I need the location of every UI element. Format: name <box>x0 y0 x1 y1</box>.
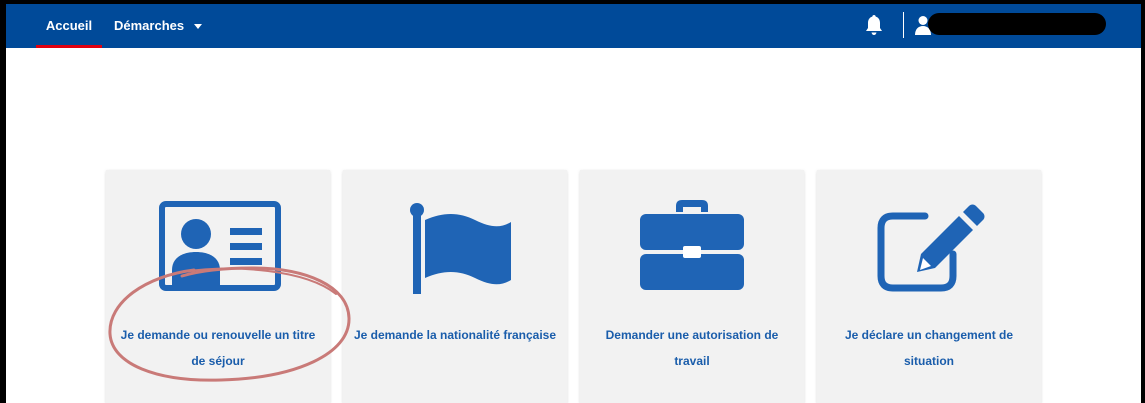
app-window: Accueil Démarches Je demande ou renouvel… <box>6 4 1141 403</box>
nav-home-label: Accueil <box>45 18 93 33</box>
nav-home-link[interactable]: Accueil <box>36 4 102 48</box>
top-navbar: Accueil Démarches <box>6 4 1141 48</box>
card-nationalite[interactable]: Je demande la nationalité française <box>343 170 567 403</box>
card-label: Je demande ou renouvelle un titre de séj… <box>120 328 316 368</box>
card-autorisation-travail[interactable]: Demander une autorisation de travail <box>580 170 804 403</box>
card-titre-sejour[interactable]: Je demande ou renouvelle un titre de séj… <box>106 170 330 403</box>
edit-icon <box>877 204 985 292</box>
redacted-username <box>928 13 1106 35</box>
card-label: Je demande la nationalité française <box>353 328 557 342</box>
id-card-icon <box>159 201 281 291</box>
card-label: Je déclare un changement de situation <box>844 328 1014 368</box>
nav-demarches-label: Démarches <box>114 18 185 33</box>
card-label: Demander une autorisation de travail <box>605 328 779 368</box>
card-changement-situation[interactable]: Je déclare un changement de situation <box>817 170 1041 403</box>
bell-icon[interactable] <box>864 14 884 36</box>
caret-down-icon <box>193 24 202 30</box>
flag-icon <box>410 203 511 294</box>
briefcase-icon <box>640 200 744 290</box>
nav-demarches-dropdown[interactable]: Démarches <box>114 4 202 48</box>
active-tab-indicator <box>36 45 102 48</box>
nav-divider <box>903 12 904 38</box>
